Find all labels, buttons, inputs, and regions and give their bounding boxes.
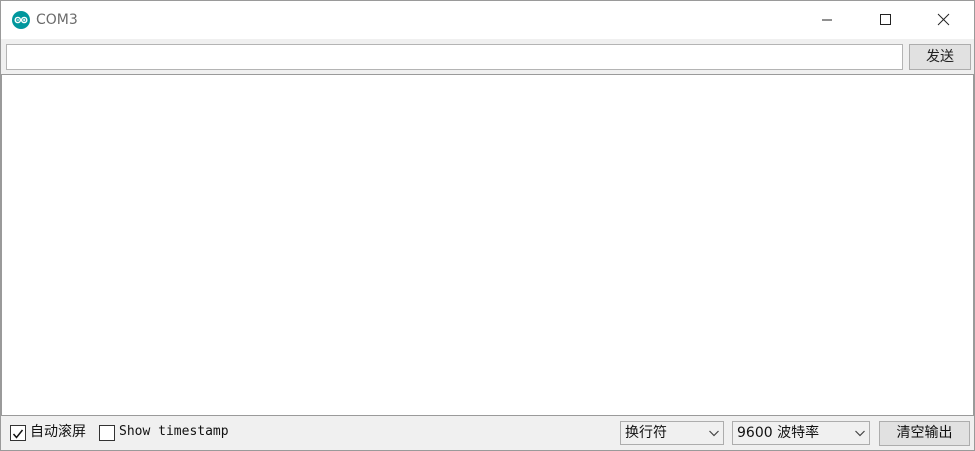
close-button[interactable] [920,1,966,39]
baud-rate-select[interactable]: 9600 波特率 [732,421,870,445]
minimize-icon [822,19,832,21]
checkmark-icon [12,429,24,439]
bottom-toolbar: 自动滚屏 Show timestamp 换行符 9600 波特率 清空输出 [1,417,974,450]
show-timestamp-label[interactable]: Show timestamp [119,423,229,441]
autoscroll-checkbox[interactable] [10,425,26,441]
window-title: COM3 [36,12,78,28]
autoscroll-label[interactable]: 自动滚屏 [30,423,86,441]
chevron-down-icon [855,430,865,437]
arduino-icon [12,11,30,29]
send-button[interactable]: 发送 [909,44,971,70]
maximize-icon [880,14,891,25]
serial-monitor-window: COM3 发送 自动滚屏 Show timestamp 换行符 9600 波特率… [0,0,975,451]
serial-input-field[interactable] [6,44,903,70]
line-ending-select[interactable]: 换行符 [620,421,724,445]
maximize-button[interactable] [862,1,908,39]
show-timestamp-checkbox[interactable] [99,425,115,441]
close-icon [937,13,950,26]
clear-output-button[interactable]: 清空输出 [879,421,970,446]
line-ending-value: 换行符 [625,425,667,441]
minimize-button[interactable] [804,1,850,39]
chevron-down-icon [709,430,719,437]
serial-output-area[interactable] [1,74,974,416]
title-bar[interactable]: COM3 [1,1,974,39]
baud-rate-value: 9600 波特率 [737,425,820,441]
